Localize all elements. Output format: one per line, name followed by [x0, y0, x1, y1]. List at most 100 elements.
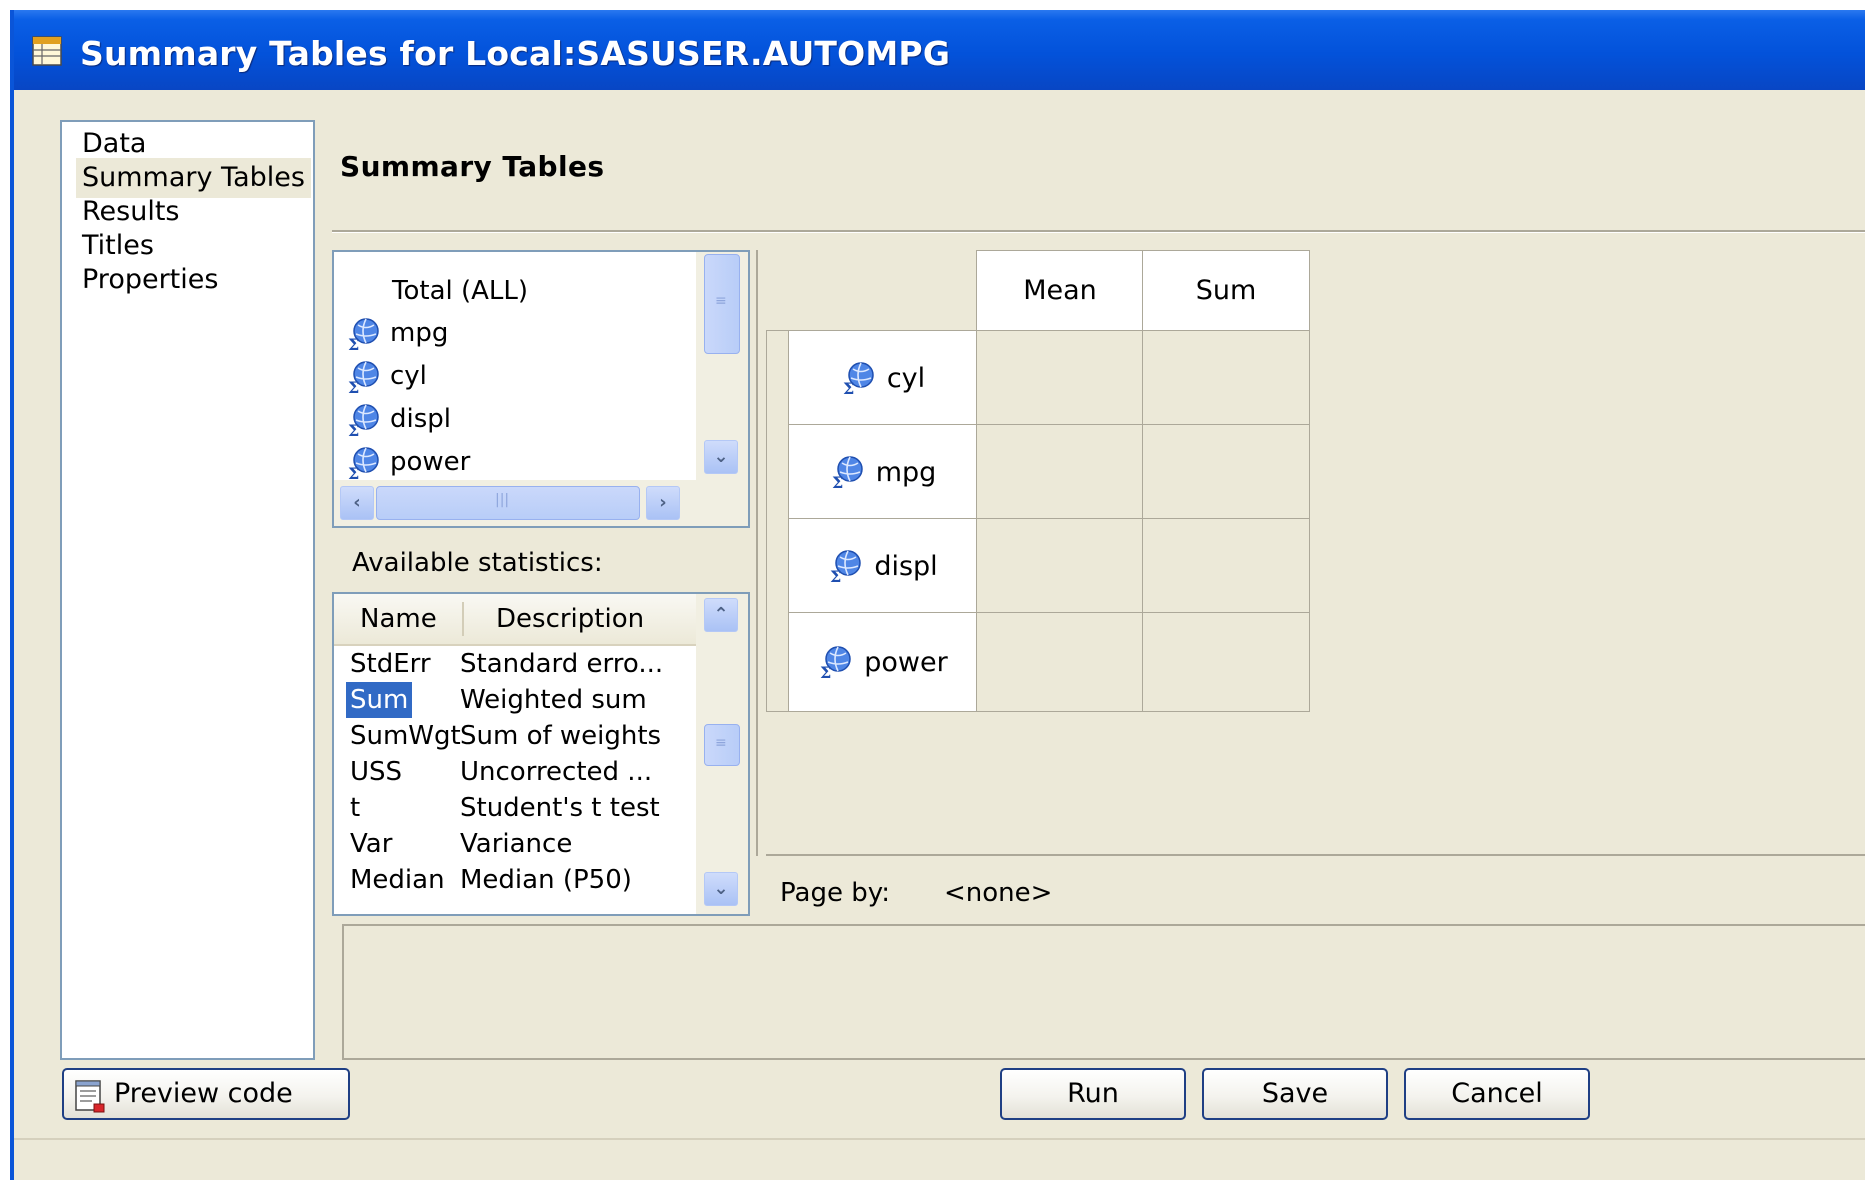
row-label: mpg [875, 456, 937, 488]
column-label: Mean [1023, 275, 1097, 306]
summary-tables-dialog: Summary Tables for Local:SASUSER.AUTOMPG… [10, 10, 1865, 1180]
table-cell[interactable] [1142, 424, 1310, 520]
preview-code-button[interactable]: Preview code [62, 1068, 350, 1120]
statistics-row[interactable]: Median Median (P50) [334, 862, 748, 898]
table-cell[interactable] [1142, 330, 1310, 426]
page-by-label: Page by: [780, 878, 890, 908]
svg-text:Σ: Σ [348, 421, 359, 438]
variable-list[interactable]: Total (ALL) Σ mpg Σ cyl Σ displ Σ power … [332, 250, 750, 528]
stat-name: t [350, 793, 361, 823]
stat-name: Var [350, 829, 393, 859]
stat-description: Weighted sum [460, 685, 647, 715]
row-label: power [864, 646, 948, 678]
statistics-row[interactable]: StdErr Standard erro... [334, 646, 748, 682]
svg-text:Σ: Σ [348, 464, 359, 481]
scroll-thumb[interactable]: ||| [376, 486, 640, 520]
list-item-power[interactable]: Σ power [346, 441, 470, 483]
analysis-variable-icon: Σ [348, 317, 379, 352]
statistics-header: Name Description [334, 594, 748, 646]
svg-text:Σ: Σ [348, 378, 359, 395]
analysis-variable-icon: Σ [348, 403, 379, 438]
column-header-name[interactable]: Name [360, 594, 437, 644]
row-header-displ[interactable]: Σ displ [788, 518, 978, 614]
scroll-right-icon[interactable]: › [646, 486, 680, 520]
table-cell[interactable] [976, 518, 1144, 614]
svg-text:Σ: Σ [348, 335, 359, 352]
statistics-row[interactable]: USS Uncorrected ... [334, 754, 748, 790]
description-panel [342, 924, 1865, 1060]
stat-name: Median [350, 865, 445, 895]
column-separator[interactable] [462, 602, 464, 636]
table-cell[interactable] [976, 612, 1144, 712]
stat-name: StdErr [350, 649, 431, 679]
table-icon [32, 36, 62, 66]
scroll-left-icon[interactable]: ‹ [340, 486, 374, 520]
stat-name: SumWgt [350, 721, 461, 751]
list-item-mpg[interactable]: Σ mpg [346, 312, 448, 354]
status-bar-divider [14, 1138, 1865, 1140]
analysis-variable-icon: Σ [820, 646, 852, 680]
svg-text:Σ: Σ [843, 379, 854, 396]
page-by-drop-zone[interactable]: <none> [944, 878, 1052, 908]
stat-name: USS [350, 757, 403, 787]
row-header-power[interactable]: Σ power [788, 612, 978, 712]
statistics-row[interactable]: Var Variance [334, 826, 748, 862]
scroll-thumb[interactable]: ≡ [704, 724, 740, 766]
table-cell[interactable] [976, 330, 1144, 426]
table-cell[interactable] [1142, 612, 1310, 712]
column-header-description[interactable]: Description [496, 594, 644, 644]
window-title: Summary Tables for Local:SASUSER.AUTOMPG [80, 34, 951, 73]
vertical-scrollbar[interactable]: ≡ ⌄ [696, 252, 748, 480]
list-item-label: displ [390, 404, 452, 434]
stat-name: Sum [346, 682, 413, 718]
stat-description: Student's t test [460, 793, 660, 823]
navigation-list: Data Summary Tables Results Titles Prope… [60, 120, 315, 1060]
list-item-total-all[interactable]: Total (ALL) [392, 270, 528, 312]
list-item-label: power [390, 447, 471, 477]
list-item-cyl[interactable]: Σ cyl [346, 355, 427, 397]
column-header-sum[interactable]: Sum [1142, 250, 1310, 332]
title-bar[interactable]: Summary Tables for Local:SASUSER.AUTOMPG [14, 10, 1865, 90]
list-item-displ[interactable]: Σ displ [346, 398, 451, 440]
analysis-variable-icon: Σ [830, 550, 862, 584]
available-statistics-label: Available statistics: [352, 548, 603, 578]
statistics-row[interactable]: Sum Weighted sum [334, 682, 748, 718]
table-cell[interactable] [976, 424, 1144, 520]
row-label: displ [874, 550, 938, 582]
column-header-mean[interactable]: Mean [976, 250, 1144, 332]
analysis-variable-icon: Σ [843, 362, 874, 396]
list-item-label: cyl [390, 361, 427, 391]
scroll-thumb[interactable]: ≡ [704, 254, 740, 354]
analysis-variable-icon: Σ [348, 446, 379, 481]
statistics-row[interactable]: SumWgt Sum of weights [334, 718, 748, 754]
statistics-row[interactable]: t Student's t test [334, 790, 748, 826]
page-by-divider [766, 854, 1865, 856]
scroll-down-icon[interactable]: ⌄ [704, 440, 738, 474]
analysis-variable-icon: Σ [348, 360, 379, 395]
stat-description: Sum of weights [460, 721, 662, 751]
horizontal-scrollbar[interactable]: ‹ ||| › [334, 480, 748, 526]
save-button[interactable]: Save [1202, 1068, 1388, 1120]
column-label: Sum [1195, 275, 1257, 306]
preview-code-icon [75, 1080, 105, 1113]
vertical-scrollbar[interactable]: ⌃ ≡ ⌄ [696, 594, 748, 914]
cancel-button[interactable]: Cancel [1404, 1068, 1590, 1120]
splitter[interactable] [756, 250, 758, 856]
svg-text:Σ: Σ [832, 473, 843, 490]
nav-item-properties[interactable]: Properties [76, 260, 224, 300]
stat-description: Standard erro... [460, 649, 664, 679]
run-button[interactable]: Run [1000, 1068, 1186, 1120]
row-group-handle[interactable] [766, 330, 790, 712]
table-cell[interactable] [1142, 518, 1310, 614]
stat-description: Uncorrected ... [460, 757, 653, 787]
page-title: Summary Tables [340, 150, 605, 183]
statistics-list[interactable]: Name Description StdErr Standard erro...… [332, 592, 750, 916]
stat-description: Median (P50) [460, 865, 632, 895]
row-header-mpg[interactable]: Σ mpg [788, 424, 978, 520]
scroll-up-icon[interactable]: ⌃ [704, 598, 738, 632]
stat-description: Variance [460, 829, 573, 859]
list-item-label: mpg [390, 318, 449, 348]
scroll-down-icon[interactable]: ⌄ [704, 872, 738, 906]
row-header-cyl[interactable]: Σ cyl [788, 330, 978, 426]
header-divider [332, 230, 1865, 233]
